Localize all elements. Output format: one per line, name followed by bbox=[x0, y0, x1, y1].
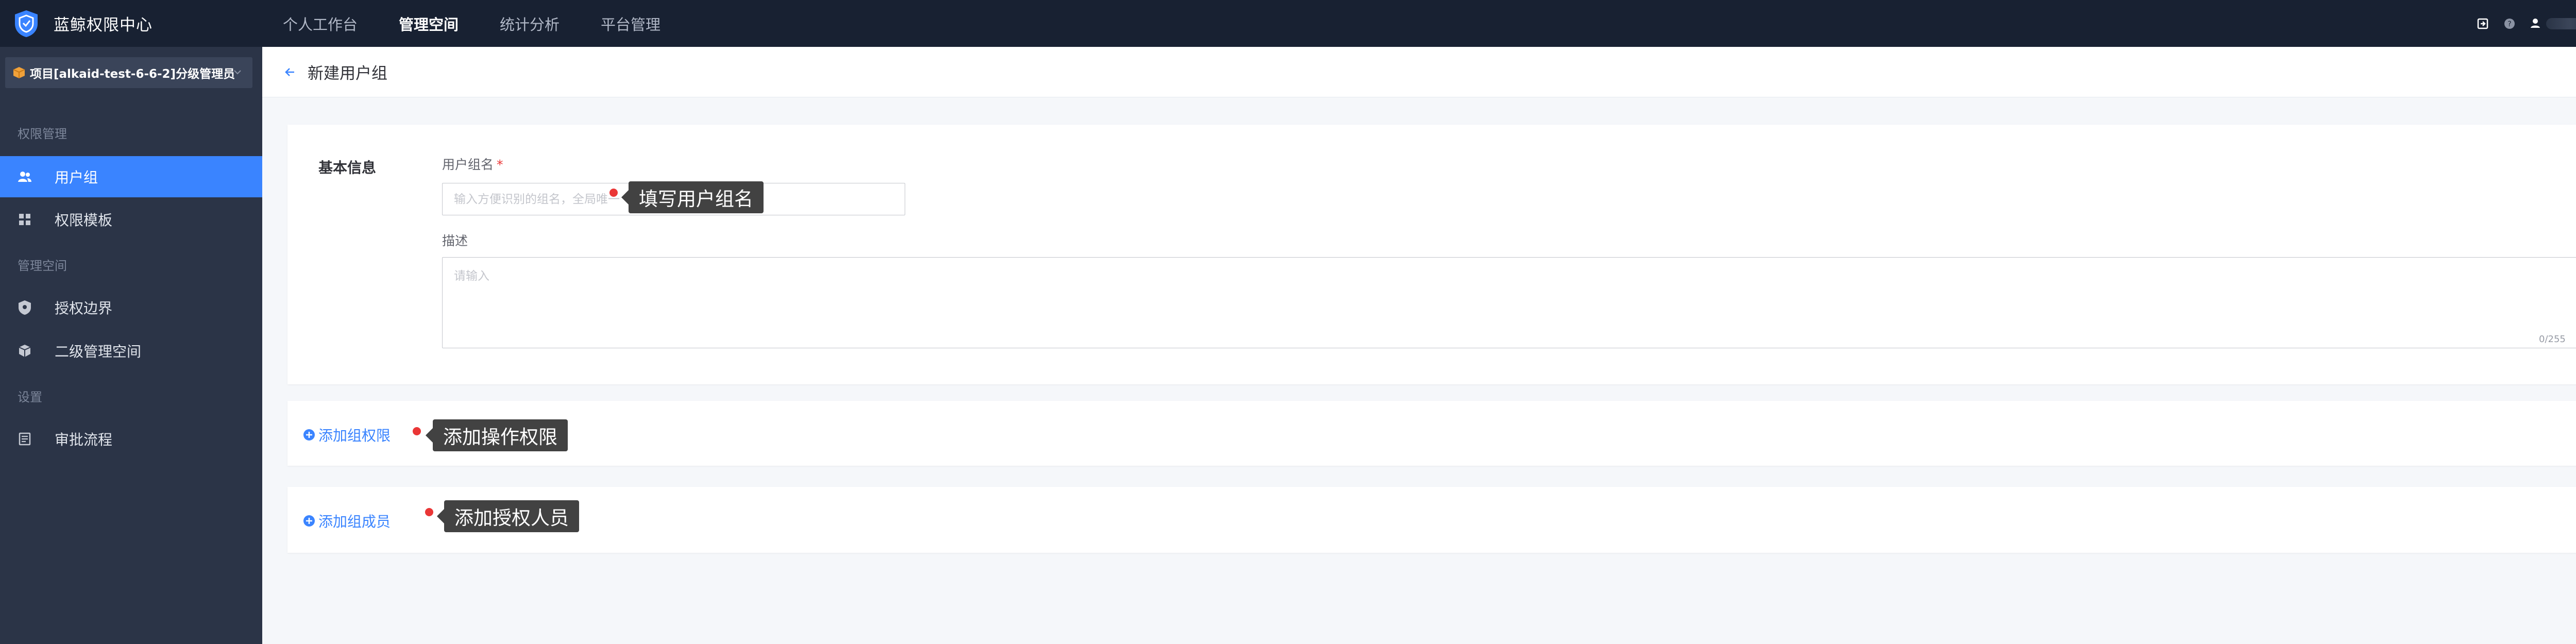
shield-icon bbox=[16, 299, 33, 316]
page-header: 新建用户组 bbox=[262, 47, 2576, 97]
back-arrow-icon[interactable] bbox=[283, 65, 297, 79]
required-mark: * bbox=[497, 157, 503, 172]
group-title-permission: 权限管理 bbox=[18, 127, 67, 141]
top-header: 蓝鲸权限中心 个人工作台 管理空间 统计分析 平台管理 ? bbox=[0, 0, 2576, 47]
annotation-dot bbox=[609, 189, 618, 197]
sidebar-item-permission-template[interactable]: 权限模板 bbox=[0, 199, 262, 240]
sidebar-item-auth-boundary[interactable]: 授权边界 bbox=[0, 287, 262, 328]
header-tools: ? bbox=[2476, 0, 2576, 47]
project-selector[interactable]: 项目[alkaid-test-6-6-2]分级管理员 bbox=[5, 57, 252, 88]
sidebar-item-label: 审批流程 bbox=[55, 431, 113, 448]
sidebar-item-label: 权限模板 bbox=[55, 212, 113, 229]
group-name-label: 用户组名 * bbox=[442, 155, 503, 173]
nav-platform-management[interactable]: 平台管理 bbox=[601, 13, 660, 35]
users-icon bbox=[16, 168, 33, 185]
user-avatar-icon bbox=[2530, 17, 2541, 30]
chevron-down-icon bbox=[232, 66, 243, 78]
description-textarea[interactable] bbox=[442, 257, 2576, 348]
group-title-management-space: 管理空间 bbox=[18, 259, 67, 273]
annotation-dot bbox=[425, 508, 433, 516]
nav-statistics[interactable]: 统计分析 bbox=[500, 13, 560, 35]
shield-logo-icon bbox=[12, 8, 40, 39]
group-title-settings: 设置 bbox=[18, 390, 42, 404]
user-name-redacted bbox=[2546, 18, 2576, 29]
grid-icon bbox=[16, 211, 33, 228]
document-icon bbox=[16, 431, 33, 447]
add-group-member-label: 添加组成员 bbox=[318, 513, 391, 530]
section-label-basic-info: 基本信息 bbox=[318, 159, 377, 176]
add-group-permission-button[interactable]: 添加组权限 bbox=[303, 425, 391, 445]
sidebar: 项目[alkaid-test-6-6-2]分级管理员 权限管理 用户组 权限模板… bbox=[0, 47, 262, 644]
sidebar-item-user-group[interactable]: 用户组 bbox=[0, 156, 262, 197]
basic-info-card: 基本信息 用户组名* 描述 0/255 bbox=[287, 125, 2576, 384]
add-group-member-button[interactable]: 添加组成员 bbox=[303, 511, 391, 531]
help-icon[interactable]: ? bbox=[2503, 17, 2516, 30]
sidebar-item-label: 用户组 bbox=[55, 169, 98, 186]
project-label: 项目[alkaid-test-6-6-2]分级管理员 bbox=[30, 67, 235, 81]
page-title: 新建用户组 bbox=[308, 64, 387, 83]
nav-management-space[interactable]: 管理空间 bbox=[399, 13, 459, 35]
sidebar-item-secondary-space[interactable]: 二级管理空间 bbox=[0, 330, 262, 371]
user-menu[interactable] bbox=[2530, 17, 2576, 30]
sidebar-item-label: 授权边界 bbox=[55, 300, 113, 317]
add-member-card: 添加组成员 bbox=[287, 487, 2576, 553]
sidebar-item-label: 二级管理空间 bbox=[55, 343, 142, 360]
annotation-tip-group-name: 填写用户组名 bbox=[621, 181, 764, 213]
plus-circle-icon bbox=[303, 515, 315, 527]
annotation-dot bbox=[413, 427, 421, 435]
top-nav: 个人工作台 管理空间 统计分析 平台管理 bbox=[283, 0, 702, 47]
export-icon[interactable] bbox=[2476, 17, 2489, 30]
app-title: 蓝鲸权限中心 bbox=[54, 16, 152, 35]
group-name-label-text: 用户组名 bbox=[442, 157, 494, 172]
plus-circle-icon bbox=[303, 429, 315, 441]
annotation-tip-permission: 添加操作权限 bbox=[426, 419, 568, 451]
svg-text:?: ? bbox=[2507, 20, 2511, 28]
description-counter: 0/255 bbox=[2539, 334, 2566, 345]
annotation-tip-member: 添加授权人员 bbox=[437, 500, 579, 532]
box-icon bbox=[16, 343, 33, 359]
cube-icon bbox=[11, 65, 27, 80]
sidebar-item-approval-flow[interactable]: 审批流程 bbox=[0, 418, 262, 460]
add-group-permission-label: 添加组权限 bbox=[318, 427, 391, 444]
logo[interactable]: 蓝鲸权限中心 bbox=[0, 0, 262, 47]
description-label: 描述 bbox=[442, 233, 468, 248]
nav-personal-workbench[interactable]: 个人工作台 bbox=[283, 13, 358, 35]
add-permission-card: 添加组权限 bbox=[287, 401, 2576, 466]
